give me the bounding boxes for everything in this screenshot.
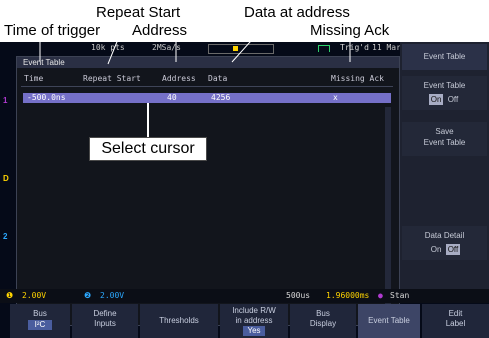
callout-select-cursor: Select cursor — [89, 137, 207, 161]
callout-leader-lines — [39, 21, 351, 65]
